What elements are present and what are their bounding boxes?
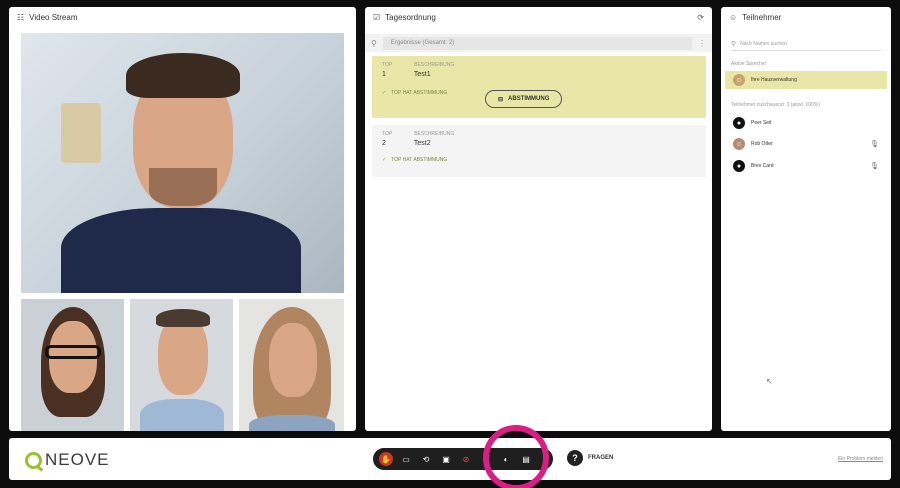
audio-icon[interactable]: ◐ — [499, 452, 513, 466]
participant-list-label: Teilnehmer zuschauend: 3 (anwl. 100%) — [731, 102, 820, 108]
refresh-icon[interactable]: ⟳ — [697, 13, 704, 22]
video-panel-title: Video Stream — [29, 12, 78, 22]
video-thumb-2[interactable] — [130, 299, 233, 431]
picture-in-picture-icon[interactable]: ▤ — [519, 452, 533, 466]
agenda-filter-label: Ergebnisse (Gesamt: 2) — [390, 40, 455, 46]
microphone-icon[interactable]: 🎙 — [870, 162, 879, 170]
agenda-filter-field[interactable]: Ergebnisse (Gesamt: 2) — [382, 36, 692, 50]
participant-search-placeholder: Nach Namen suchen — [740, 40, 787, 47]
speaker-avatar: ☺ — [733, 74, 745, 86]
agenda-panel: ☑ Tagesordnung ⟳ ⚲ Ergebnisse (Gesamt: 2… — [365, 7, 712, 431]
hand-raise-icon[interactable]: ✋ — [379, 452, 393, 466]
logo-text: NEOVE — [45, 450, 110, 469]
top-label: TOP — [382, 62, 393, 68]
top-status: TOP HAT ABSTIMMUNG — [391, 90, 448, 96]
question-icon: ? — [567, 450, 583, 466]
participants-panel: ☺ Teilnehmer ⚲ Nach Namen suchen Aktive … — [721, 7, 891, 431]
microphone-icon[interactable]: 🎙 — [870, 140, 879, 148]
fragen-button[interactable]: ? FRAGEN — [567, 450, 613, 466]
participant-name: Brev Card — [751, 163, 774, 169]
settings-icon[interactable]: ⚙ — [479, 452, 493, 466]
user-avatar-icon: ● — [733, 117, 745, 129]
bottom-bar: NEOVE ✋ ▭ ⟲ ▣ ⊘ ⚙ ◐ ▤ ? FRAGEN Ein Probl… — [9, 438, 891, 480]
user-avatar-icon: ● — [733, 160, 745, 172]
check-icon: ✓ — [382, 90, 387, 96]
more-icon[interactable]: ⋮ — [698, 39, 706, 48]
grid-icon: ☷ — [17, 12, 25, 22]
video-stream-panel: ☷ Video Stream — [9, 7, 356, 431]
participant-row[interactable]: ☺ Rob Otter 🎙 — [725, 135, 887, 153]
fragen-label: FRAGEN — [588, 455, 614, 461]
switch-camera-icon[interactable]: ⟲ — [419, 452, 433, 466]
search-icon: ⚲ — [731, 40, 737, 48]
main-video-tile[interactable] — [21, 33, 344, 293]
description-label: BESCHREIBUNG — [414, 131, 455, 137]
speaker-name: Ihre Hausverwaltung — [751, 77, 797, 83]
agenda-item-1[interactable]: TOP BESCHREIBUNG 1 Test1 ✓ TOP HAT ABSTI… — [372, 56, 706, 118]
mouse-cursor-icon: ↖ — [766, 377, 773, 386]
check-icon: ✓ — [382, 157, 387, 163]
user-avatar-photo: ☺ — [733, 138, 745, 150]
search-icon[interactable]: ⚲ — [371, 39, 377, 48]
checklist-icon: ☑ — [373, 12, 381, 22]
people-icon: ☺ — [729, 12, 738, 22]
participants-panel-title: Teilnehmer — [742, 12, 782, 22]
abstimmung-button-label: ABSTIMMUNG — [508, 96, 550, 102]
video-thumb-3[interactable] — [239, 299, 344, 431]
participant-row[interactable]: ● Peer Seit — [725, 114, 887, 132]
participant-name: Peer Seit — [751, 120, 772, 126]
agenda-filter-bar: ⚲ Ergebnisse (Gesamt: 2) ⋮ — [365, 34, 712, 52]
report-problem-link[interactable]: Ein Problem melden — [838, 456, 883, 462]
logo-mark — [25, 451, 42, 469]
active-speaker-row[interactable]: ☺ Ihre Hausverwaltung — [725, 71, 887, 89]
agenda-panel-header: ☑ Tagesordnung ⟳ — [365, 7, 712, 27]
agenda-panel-title: Tagesordnung — [385, 12, 436, 22]
top-number: 1 — [382, 71, 386, 78]
media-toolbar: ✋ ▭ ⟲ ▣ ⊘ ⚙ ◐ ▤ — [373, 448, 553, 470]
microphone-muted-icon[interactable]: ⊘ — [459, 452, 473, 466]
speaker-section-label: Aktive Sprecher — [731, 61, 767, 67]
top-name: Test2 — [413, 140, 431, 147]
description-label: BESCHREIBUNG — [414, 62, 455, 68]
screen-share-icon[interactable]: ▣ — [439, 452, 453, 466]
camera-icon[interactable]: ▭ — [399, 452, 413, 466]
participant-row[interactable]: ● Brev Card 🎙 — [725, 157, 887, 175]
top-number: 2 — [382, 140, 386, 147]
video-panel-header: ☷ Video Stream — [9, 7, 356, 27]
participant-search-input[interactable]: ⚲ Nach Namen suchen — [731, 37, 881, 51]
video-thumb-1[interactable] — [21, 299, 124, 431]
abstimmung-button[interactable]: ⊟ ABSTIMMUNG — [485, 90, 563, 108]
agenda-item-2[interactable]: TOP BESCHREIBUNG 2 Test2 ✓ TOP HAT ABSTI… — [372, 125, 706, 177]
top-name: Test1 — [413, 71, 431, 78]
top-label: TOP — [382, 131, 393, 137]
neove-logo: NEOVE — [25, 450, 110, 470]
ballot-icon: ⊟ — [498, 96, 504, 103]
top-status: TOP HAT ABSTIMMUNG — [391, 157, 448, 163]
participants-panel-header: ☺ Teilnehmer — [721, 7, 891, 27]
participant-name: Rob Otter — [751, 141, 773, 147]
